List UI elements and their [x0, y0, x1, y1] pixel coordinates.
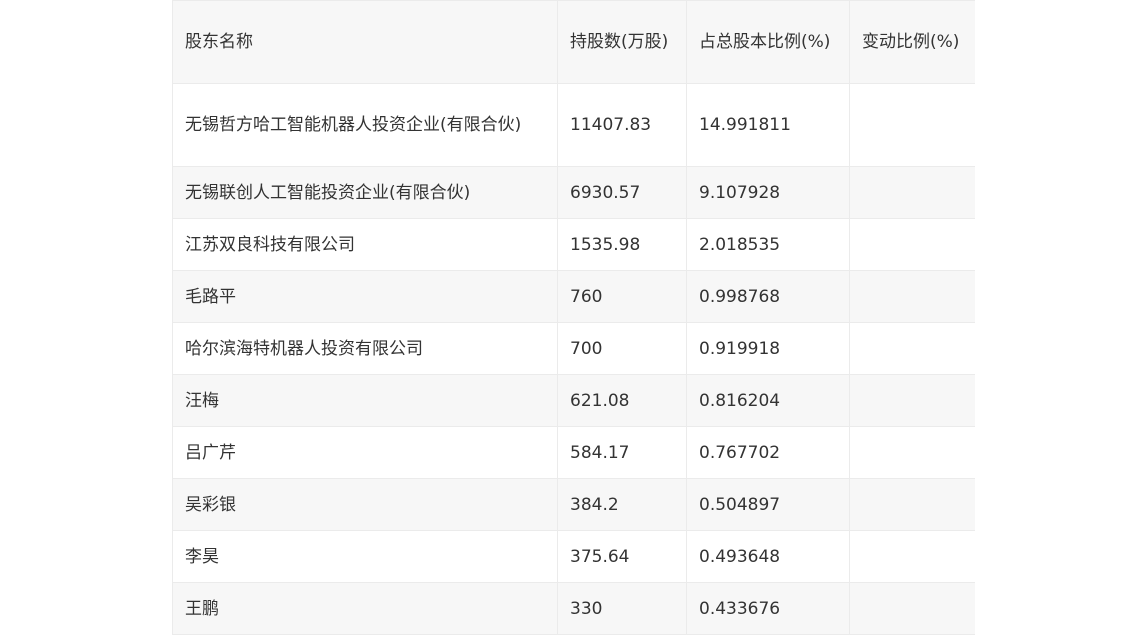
cell-shareholder-name: 毛路平 [172, 270, 558, 323]
shareholder-table: 股东名称 持股数(万股) 占总股本比例(%) 变动比例(%) 无锡哲方哈工智能机… [172, 0, 975, 635]
table-header: 股东名称 持股数(万股) 占总股本比例(%) 变动比例(%) [172, 0, 975, 84]
cell-share-ratio: 0.767702 [686, 426, 850, 479]
table-row: 无锡哲方哈工智能机器人投资企业(有限合伙) 11407.83 14.991811 [172, 83, 975, 167]
cell-share-ratio: 0.998768 [686, 270, 850, 323]
cell-shares: 375.64 [557, 530, 687, 583]
cell-shares: 584.17 [557, 426, 687, 479]
table-row: 李昊 375.64 0.493648 [172, 530, 975, 583]
header-shares: 持股数(万股) [557, 0, 687, 84]
table-row: 王鹏 330 0.433676 [172, 582, 975, 635]
cell-change-ratio [849, 426, 975, 479]
header-shareholder-name: 股东名称 [172, 0, 558, 84]
header-change-ratio: 变动比例(%) [849, 0, 975, 84]
cell-change-ratio [849, 530, 975, 583]
cell-change-ratio [849, 166, 975, 219]
header-share-ratio: 占总股本比例(%) [686, 0, 850, 84]
cell-shares: 330 [557, 582, 687, 635]
table-row: 江苏双良科技有限公司 1535.98 2.018535 [172, 218, 975, 271]
cell-change-ratio [849, 322, 975, 375]
cell-shares: 6930.57 [557, 166, 687, 219]
cell-share-ratio: 0.919918 [686, 322, 850, 375]
cell-share-ratio: 0.493648 [686, 530, 850, 583]
table-row: 汪梅 621.08 0.816204 [172, 374, 975, 427]
cell-share-ratio: 0.816204 [686, 374, 850, 427]
cell-shareholder-name: 汪梅 [172, 374, 558, 427]
cell-share-ratio: 2.018535 [686, 218, 850, 271]
cell-change-ratio [849, 582, 975, 635]
cell-share-ratio: 14.991811 [686, 83, 850, 167]
cell-share-ratio: 9.107928 [686, 166, 850, 219]
table-row: 吴彩银 384.2 0.504897 [172, 478, 975, 531]
cell-change-ratio [849, 478, 975, 531]
cell-shares: 760 [557, 270, 687, 323]
cell-shares: 621.08 [557, 374, 687, 427]
table-row: 吕广芹 584.17 0.767702 [172, 426, 975, 479]
cell-share-ratio: 0.433676 [686, 582, 850, 635]
cell-shareholder-name: 无锡联创人工智能投资企业(有限合伙) [172, 166, 558, 219]
table-row: 哈尔滨海特机器人投资有限公司 700 0.919918 [172, 322, 975, 375]
shareholder-table-container: 股东名称 持股数(万股) 占总股本比例(%) 变动比例(%) 无锡哲方哈工智能机… [172, 0, 975, 635]
table-row: 无锡联创人工智能投资企业(有限合伙) 6930.57 9.107928 [172, 166, 975, 219]
cell-shareholder-name: 李昊 [172, 530, 558, 583]
cell-shares: 1535.98 [557, 218, 687, 271]
cell-change-ratio [849, 218, 975, 271]
cell-change-ratio [849, 374, 975, 427]
table-body: 无锡哲方哈工智能机器人投资企业(有限合伙) 11407.83 14.991811… [172, 83, 975, 635]
cell-shares: 700 [557, 322, 687, 375]
cell-shareholder-name: 哈尔滨海特机器人投资有限公司 [172, 322, 558, 375]
cell-shareholder-name: 吴彩银 [172, 478, 558, 531]
cell-shareholder-name: 无锡哲方哈工智能机器人投资企业(有限合伙) [172, 83, 558, 167]
header-row: 股东名称 持股数(万股) 占总股本比例(%) 变动比例(%) [172, 0, 975, 84]
cell-change-ratio [849, 83, 975, 167]
cell-share-ratio: 0.504897 [686, 478, 850, 531]
cell-shares: 11407.83 [557, 83, 687, 167]
table-row: 毛路平 760 0.998768 [172, 270, 975, 323]
cell-change-ratio [849, 270, 975, 323]
cell-shares: 384.2 [557, 478, 687, 531]
cell-shareholder-name: 王鹏 [172, 582, 558, 635]
cell-shareholder-name: 江苏双良科技有限公司 [172, 218, 558, 271]
cell-shareholder-name: 吕广芹 [172, 426, 558, 479]
